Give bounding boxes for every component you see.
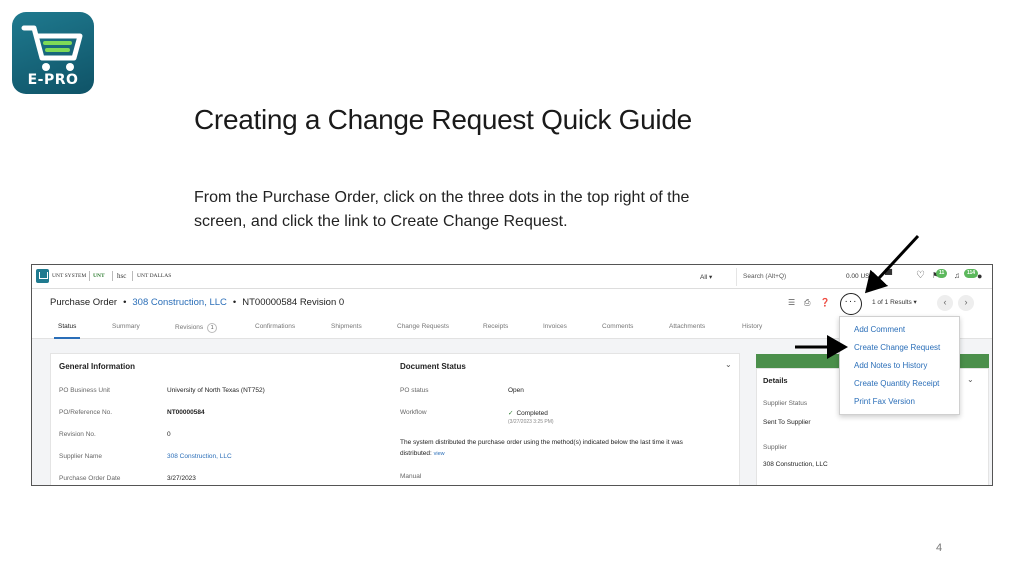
- supplier-label: Supplier: [763, 444, 787, 451]
- field-value: 0: [167, 431, 171, 438]
- document-status-title: Document Status: [400, 362, 466, 371]
- results-dropdown[interactable]: 1 of 1 Results ▾: [872, 298, 917, 306]
- supplier-status-value: Sent To Supplier: [763, 419, 811, 426]
- tab-confirmations[interactable]: Confirmations: [255, 323, 295, 330]
- distributed-line: distributed: view: [400, 450, 445, 457]
- po-heading: Purchase Order • 308 Construction, LLC • NT0…: [50, 297, 345, 308]
- screenshot-frame: UNT SYSTEM UNT hsc UNT DALLAS All ▾ Sear…: [31, 264, 993, 486]
- field-label: Supplier Name: [59, 453, 102, 460]
- brand-divider: [89, 271, 90, 281]
- menu-item-create-change-request[interactable]: Create Change Request: [854, 343, 940, 352]
- epro-logo: E-PRO: [12, 12, 94, 94]
- slide-body: From the Purchase Order, click on the th…: [194, 189, 690, 230]
- system-logo-icon: [36, 269, 49, 283]
- details-title: Details: [763, 376, 788, 385]
- tab-comments[interactable]: Comments: [602, 323, 633, 330]
- tab-attachments[interactable]: Attachments: [669, 323, 705, 330]
- help-icon[interactable]: ❓: [820, 298, 830, 308]
- tab-history[interactable]: History: [742, 323, 762, 330]
- tab-revisions-label: Revisions: [175, 324, 204, 331]
- top-bar: UNT SYSTEM UNT hsc UNT DALLAS All ▾ Sear…: [32, 265, 992, 289]
- distributed-label: distributed:: [400, 450, 432, 457]
- brand-divider: [132, 271, 133, 281]
- print-icon[interactable]: ⎙: [804, 298, 810, 308]
- view-link[interactable]: view: [434, 451, 445, 457]
- field-label: PO/Reference No.: [59, 409, 113, 416]
- supplier-link[interactable]: 308 Construction, LLC: [132, 297, 227, 308]
- field-value: University of North Texas (NT752): [167, 387, 265, 394]
- menu-item-add-comment[interactable]: Add Comment: [854, 325, 905, 334]
- slide-title: Creating a Change Request Quick Guide: [194, 104, 692, 135]
- list-icon[interactable]: ☰: [788, 298, 795, 308]
- po-status-value: Open: [508, 387, 524, 394]
- next-arrow-icon[interactable]: ›: [958, 295, 974, 311]
- heart-icon[interactable]: ♡: [916, 271, 925, 281]
- menu-item-print-fax-version[interactable]: Print Fax Version: [854, 397, 915, 406]
- check-icon: ✓: [508, 410, 514, 417]
- general-info-title: General Information: [59, 362, 136, 371]
- supplier-name-link[interactable]: 308 Construction, LLC: [167, 453, 232, 460]
- distribution-text: The system distributed the purchase orde…: [400, 439, 683, 446]
- workflow-status: Completed: [516, 410, 548, 417]
- field-value: 3/27/2023: [167, 475, 196, 482]
- supplier-value: 308 Construction, LLC: [763, 461, 828, 468]
- title-bar: Purchase Order • 308 Construction, LLC • NT0…: [32, 289, 992, 317]
- brand-unt-system: UNT SYSTEM: [52, 273, 87, 279]
- cart-amount[interactable]: 0.00 USD: [846, 273, 874, 280]
- tab-summary[interactable]: Summary: [112, 323, 140, 330]
- tab-shipments[interactable]: Shipments: [331, 323, 362, 330]
- page-number: 4: [936, 542, 943, 554]
- brand-divider: [112, 271, 113, 281]
- tab-invoices[interactable]: Invoices: [543, 323, 567, 330]
- supplier-status-label: Supplier Status: [763, 400, 808, 407]
- user-icon[interactable]: ●: [977, 271, 982, 281]
- brand-hsc: hsc: [117, 272, 127, 280]
- bell-icon[interactable]: ♫: [954, 271, 960, 281]
- chevron-down-icon[interactable]: ⌄: [967, 375, 974, 385]
- manual-label: Manual: [400, 473, 422, 480]
- search-input[interactable]: Search (Alt+Q): [736, 268, 836, 286]
- field-label: Purchase Order Date: [59, 475, 121, 482]
- notification-count-badge: 114: [964, 269, 979, 278]
- flag-count-badge: 11: [936, 269, 948, 278]
- tab-change-requests[interactable]: Change Requests: [397, 323, 449, 330]
- field-value: NT00000584: [167, 409, 205, 416]
- more-actions-button[interactable]: ···: [840, 293, 862, 315]
- tab-status[interactable]: Status: [53, 323, 81, 339]
- doc-number: NT00000584 Revision 0: [242, 297, 345, 308]
- search-placeholder: Search (Alt+Q): [743, 273, 787, 280]
- cart-icon[interactable]: ▀: [885, 271, 892, 281]
- revisions-count: 1: [207, 323, 218, 333]
- search-scope-select[interactable]: All ▾: [700, 273, 712, 281]
- workflow-date: (3/27/2023 3:25 PM): [508, 419, 554, 425]
- chevron-down-icon[interactable]: ⌄: [725, 360, 732, 370]
- previous-arrow-icon[interactable]: ‹: [937, 295, 953, 311]
- logo-text: E-PRO: [27, 72, 79, 88]
- summary-card: General Information PO Business Unit Uni…: [50, 353, 740, 485]
- workflow-value: ✓ Completed: [508, 409, 548, 417]
- field-label: PO Business Unit: [59, 387, 110, 394]
- brand-unt: UNT: [93, 273, 105, 279]
- tab-receipts[interactable]: Receipts: [483, 323, 508, 330]
- more-actions-menu: Add Comment Create Change Request Add No…: [839, 316, 960, 415]
- brand-unt-dallas: UNT DALLAS: [137, 273, 172, 279]
- tab-revisions[interactable]: Revisions 1: [175, 323, 218, 333]
- menu-item-add-notes-to-history[interactable]: Add Notes to History: [854, 361, 927, 370]
- menu-item-create-quantity-receipt[interactable]: Create Quantity Receipt: [854, 379, 939, 388]
- workflow-label: Workflow: [400, 409, 427, 416]
- doc-type: Purchase Order: [50, 297, 118, 308]
- field-label: Revision No.: [59, 431, 96, 438]
- po-status-label: PO status: [400, 387, 429, 394]
